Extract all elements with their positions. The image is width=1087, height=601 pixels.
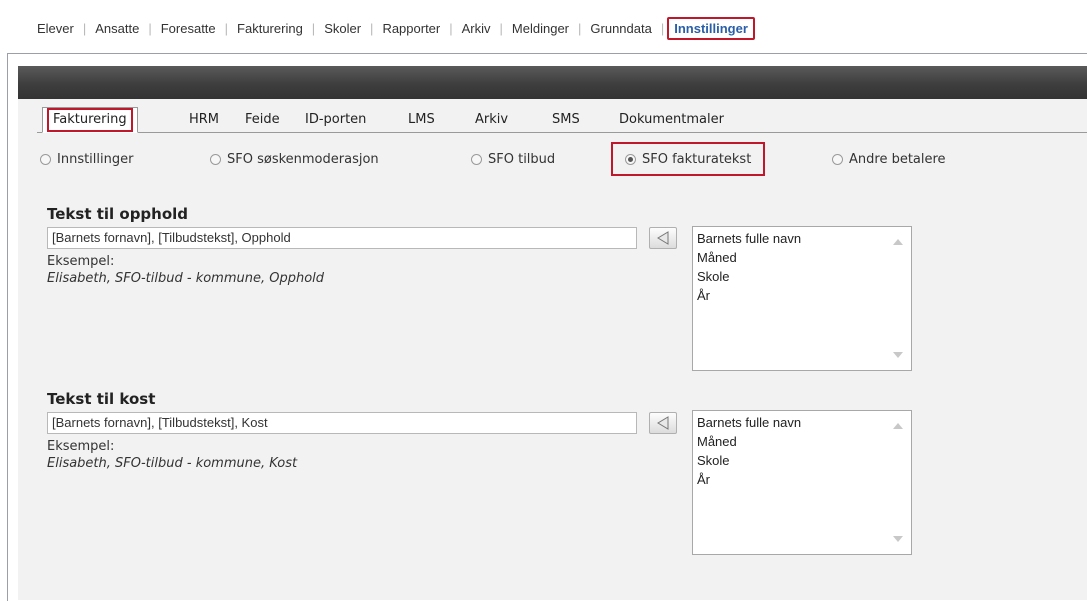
opphold-text-input[interactable]: [Barnets fornavn], [Tilbudstekst], Oppho… (47, 227, 637, 249)
kost-example-label: Eksempel: (47, 439, 115, 454)
tab-dokumentmaler[interactable]: Dokumentmaler (619, 108, 724, 132)
nav-grunndata[interactable]: Grunndata (581, 21, 660, 36)
opphold-example-text: Elisabeth, SFO-tilbud - kommune, Opphold (47, 271, 325, 286)
tab-hrm[interactable]: HRM (189, 108, 219, 132)
opphold-title: Tekst til opphold (47, 205, 189, 223)
radio-andre-betalere[interactable]: Andre betalere (832, 148, 946, 170)
list-item[interactable]: År (693, 470, 911, 489)
opphold-field-list[interactable]: Barnets fulle navn Måned Skole År (692, 226, 912, 371)
list-item[interactable]: Barnets fulle navn (693, 229, 911, 248)
tab-arkiv[interactable]: Arkiv (475, 108, 508, 132)
list-item[interactable]: Skole (693, 451, 911, 470)
nav-ansatte[interactable]: Ansatte (86, 21, 148, 36)
radio-button-icon (625, 153, 636, 165)
list-item[interactable]: Måned (693, 248, 911, 267)
nav-arkiv[interactable]: Arkiv (453, 21, 500, 36)
radio-label: SFO fakturatekst (642, 151, 752, 167)
kost-options: Barnets fulle navn Måned Skole År (693, 411, 911, 489)
scroll-down-icon[interactable] (893, 536, 903, 542)
tab-feide[interactable]: Feide (245, 108, 280, 132)
radio-innstillinger[interactable]: Innstillinger (40, 148, 133, 170)
nav-meldinger[interactable]: Meldinger (503, 21, 578, 36)
radio-button-icon (832, 153, 843, 165)
scroll-up-icon[interactable] (893, 239, 903, 245)
opphold-example-label: Eksempel: (47, 254, 115, 269)
radio-label: Innstillinger (57, 151, 134, 167)
radio-label: Andre betalere (849, 151, 946, 167)
radio-label: SFO tilbud (488, 151, 556, 167)
tab-lms[interactable]: LMS (408, 108, 435, 132)
list-item[interactable]: År (693, 286, 911, 305)
kost-text-input[interactable]: [Barnets fornavn], [Tilbudstekst], Kost (47, 412, 637, 434)
radio-sfo-tilbud[interactable]: SFO tilbud (471, 148, 555, 170)
nav-elever[interactable]: Elever (28, 21, 83, 36)
radio-button-icon (471, 153, 482, 165)
list-item[interactable]: Måned (693, 432, 911, 451)
radio-button-icon (40, 153, 51, 165)
sub-tabs: Fakturering HRM Feide ID-porten LMS Arki… (37, 107, 1087, 133)
tab-sms[interactable]: SMS (552, 108, 580, 132)
top-navigation: Elever | Ansatte | Foresatte | Faktureri… (0, 0, 1087, 50)
list-item[interactable]: Skole (693, 267, 911, 286)
nav-skoler[interactable]: Skoler (315, 21, 370, 36)
kost-example-text: Elisabeth, SFO-tilbud - kommune, Kost (47, 456, 298, 471)
nav-innstillinger[interactable]: Innstillinger (667, 17, 755, 40)
header-bar (18, 66, 1087, 99)
list-item[interactable]: Barnets fulle navn (693, 413, 911, 432)
opphold-options: Barnets fulle navn Måned Skole År (693, 227, 911, 305)
radio-sfo-fakturatekst[interactable]: SFO fakturatekst (611, 142, 766, 176)
kost-insert-button[interactable] (649, 412, 677, 434)
kost-field-list[interactable]: Barnets fulle navn Måned Skole År (692, 410, 912, 555)
scroll-down-icon[interactable] (893, 352, 903, 358)
tab-id-porten[interactable]: ID-porten (305, 108, 366, 132)
nav-foresatte[interactable]: Foresatte (152, 21, 225, 36)
kost-title: Tekst til kost (47, 390, 156, 408)
nav-rapporter[interactable]: Rapporter (373, 21, 449, 36)
arrow-left-icon (657, 231, 669, 245)
radio-sfo-soskenmoderasjon[interactable]: SFO søskenmoderasjon (210, 148, 379, 170)
nav-fakturering[interactable]: Fakturering (228, 21, 312, 36)
opphold-insert-button[interactable] (649, 227, 677, 249)
tab-fakturering[interactable]: Fakturering (42, 107, 138, 133)
top-nav-items: Elever | Ansatte | Foresatte | Faktureri… (28, 17, 755, 40)
arrow-left-icon (657, 416, 669, 430)
settings-panel (18, 99, 1087, 600)
scroll-up-icon[interactable] (893, 423, 903, 429)
radio-button-icon (210, 153, 221, 165)
tab-label: Fakturering (47, 108, 133, 132)
radio-label: SFO søskenmoderasjon (227, 151, 379, 167)
